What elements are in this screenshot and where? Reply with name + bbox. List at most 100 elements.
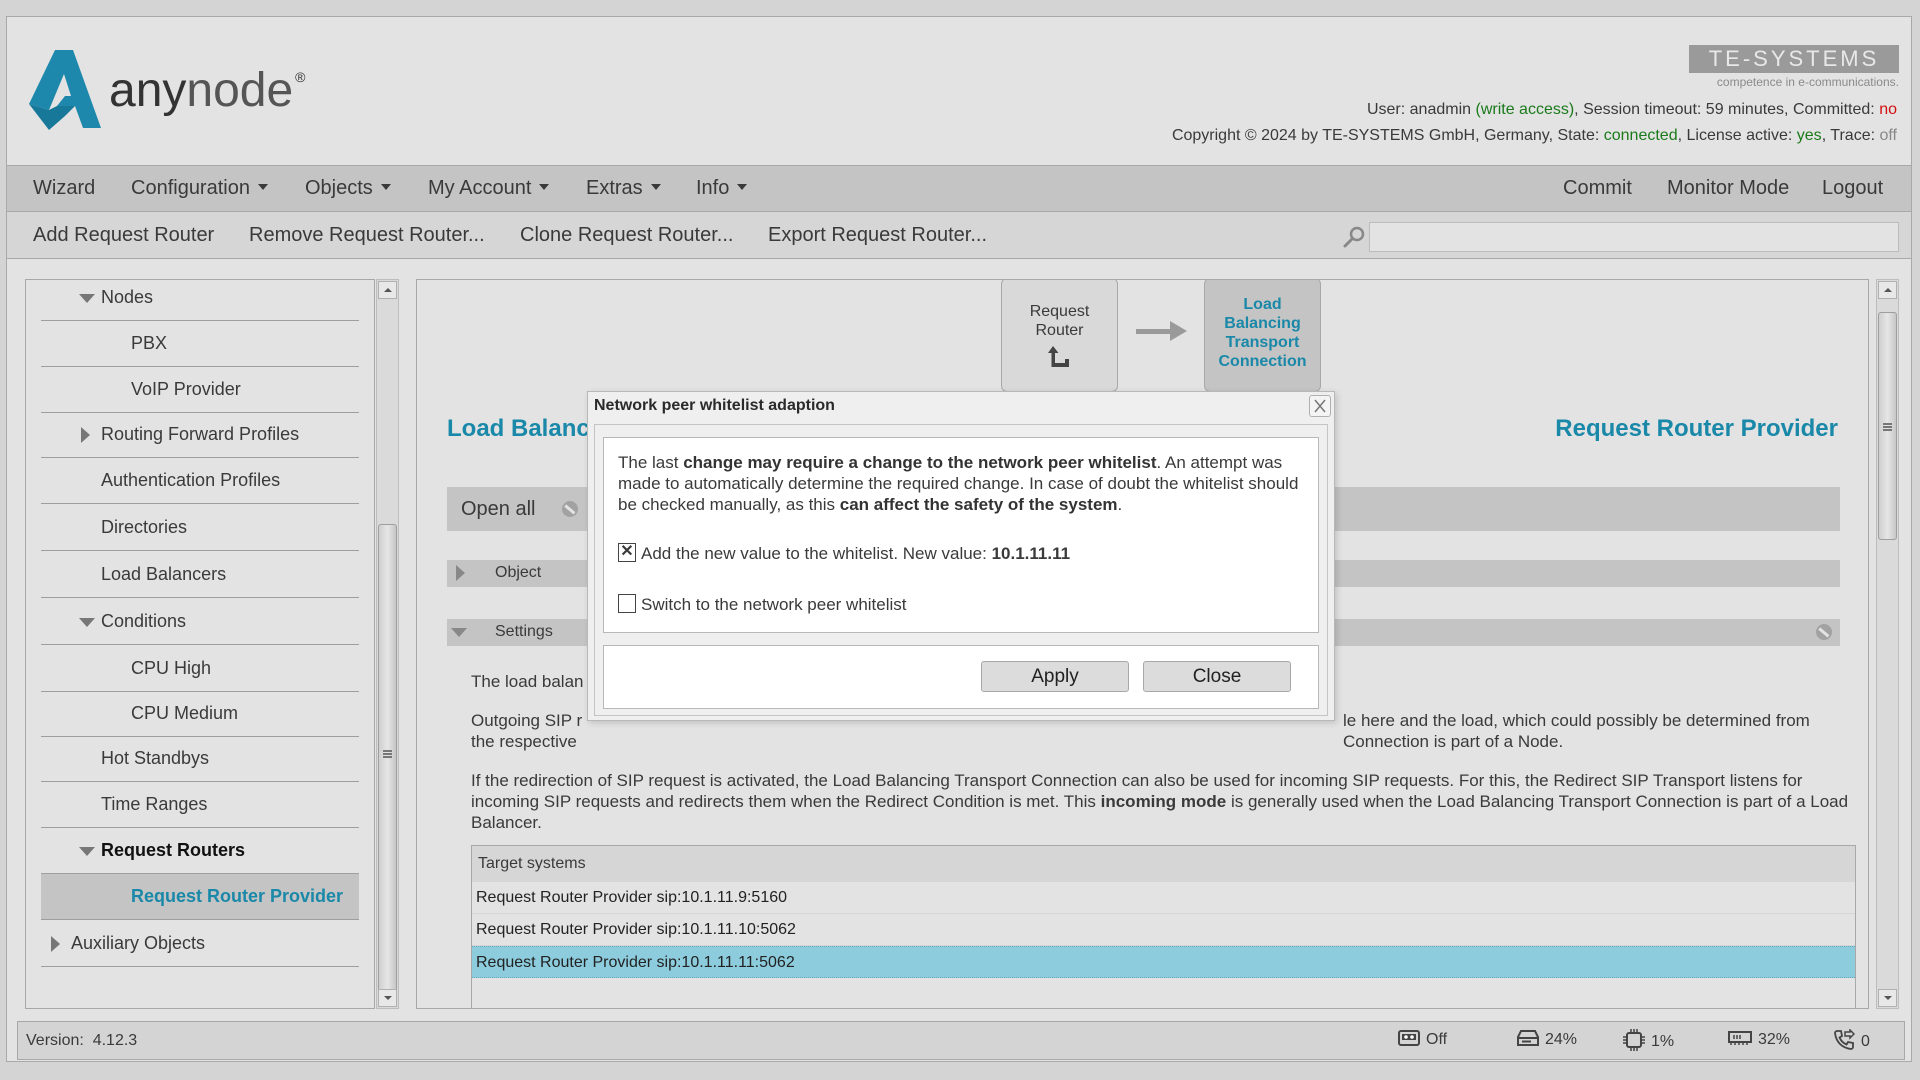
sidebar-item-label: Directories bbox=[101, 517, 188, 537]
scroll-down-button[interactable] bbox=[1878, 989, 1897, 1007]
sidebar-item-hot-standbys[interactable]: Hot Standbys bbox=[41, 736, 359, 782]
status-calls[interactable]: 0 bbox=[1833, 1028, 1870, 1053]
monitor-mode-button[interactable]: Monitor Mode bbox=[1667, 177, 1789, 200]
option-add-to-whitelist[interactable]: ✕ Add the new value to the whitelist. New… bbox=[618, 543, 1070, 564]
dialog-close-button[interactable] bbox=[1309, 395, 1331, 417]
content-scrollbar[interactable] bbox=[1876, 279, 1899, 1009]
open-all-label: Open all bbox=[461, 498, 536, 520]
close-button[interactable]: Close bbox=[1143, 661, 1291, 692]
flow-step-request-router[interactable]: Request Router bbox=[1001, 280, 1118, 392]
menu-objects[interactable]: Objects bbox=[305, 177, 391, 200]
table-row[interactable]: Request Router Provider sip:10.1.11.10:5… bbox=[472, 914, 1855, 946]
status-disk[interactable]: 24% bbox=[1517, 1029, 1577, 1049]
option-switch-to-whitelist[interactable]: Switch to the network peer whitelist bbox=[618, 594, 907, 615]
switch-to-whitelist-checkbox[interactable] bbox=[618, 594, 636, 614]
whitelist-dialog: Network peer whitelist adaption The last… bbox=[587, 391, 1335, 721]
grip-icon bbox=[1883, 423, 1892, 431]
scroll-down-button[interactable] bbox=[378, 989, 397, 1007]
disabled-icon bbox=[562, 501, 578, 517]
sidebar-item-routing-forward-profiles[interactable]: Routing Forward Profiles bbox=[41, 412, 359, 458]
sidebar-item-label: PBX bbox=[131, 333, 168, 353]
menu-configuration[interactable]: Configuration bbox=[131, 177, 268, 200]
chevron-down-icon bbox=[650, 183, 661, 190]
menu-my-account[interactable]: My Account bbox=[428, 177, 550, 200]
dialog-message: The last change may require a change to … bbox=[618, 453, 1299, 514]
version-info: Version: 4.12.3 bbox=[26, 1032, 138, 1049]
sidebar-item-pbx[interactable]: PBX bbox=[41, 321, 359, 367]
menu-wizard[interactable]: Wizard bbox=[33, 177, 95, 200]
recorder-icon bbox=[1398, 1029, 1420, 1046]
sidebar-item-cpu-high[interactable]: CPU High bbox=[41, 646, 359, 692]
action-toolbar: Add Request Router Remove Request Router… bbox=[7, 212, 1911, 259]
menu-info[interactable]: Info bbox=[696, 177, 748, 200]
session-info: User: anadmin (write access), Session ti… bbox=[1366, 101, 1897, 118]
menu-extras[interactable]: Extras bbox=[586, 177, 661, 200]
table-header: Target systems bbox=[472, 846, 1855, 882]
sidebar-item-label: Nodes bbox=[101, 287, 154, 307]
commit-button[interactable]: Commit bbox=[1563, 177, 1632, 200]
dialog-content: The last change may require a change to … bbox=[594, 424, 1328, 716]
dialog-body: The last change may require a change to … bbox=[603, 437, 1319, 633]
scroll-up-button[interactable] bbox=[1878, 281, 1897, 299]
sidebar-item-label: Request Router Provider bbox=[131, 886, 344, 906]
expand-icon[interactable] bbox=[51, 936, 60, 952]
scroll-up-button[interactable] bbox=[378, 281, 397, 299]
collapse-icon[interactable] bbox=[79, 618, 95, 627]
brand-name: TE-SYSTEMS bbox=[1689, 45, 1899, 73]
brand-tagline: competence in e-communications. bbox=[1716, 75, 1899, 89]
sidebar-item-voip-provider[interactable]: VoIP Provider bbox=[41, 367, 359, 413]
sidebar-item-cpu-medium[interactable]: CPU Medium bbox=[41, 691, 359, 737]
dialog-footer: Apply Close bbox=[603, 645, 1319, 709]
trace-status: off bbox=[1879, 127, 1898, 144]
disk-icon bbox=[1517, 1029, 1539, 1046]
sidebar-item-label: Request Routers bbox=[101, 840, 246, 860]
export-request-router-button[interactable]: Export Request Router... bbox=[768, 224, 987, 247]
table-row-selected[interactable]: Request Router Provider sip:10.1.11.11:5… bbox=[472, 946, 1855, 978]
sidebar-item-label: Authentication Profiles bbox=[101, 470, 281, 490]
sidebar-item-directories[interactable]: Directories bbox=[41, 505, 359, 551]
user-name: anadmin bbox=[1409, 101, 1472, 118]
collapse-icon[interactable] bbox=[79, 294, 95, 303]
remove-request-router-button[interactable]: Remove Request Router... bbox=[249, 224, 485, 247]
object-name-title: Request Router Provider bbox=[1555, 415, 1838, 442]
search-input[interactable] bbox=[1369, 222, 1899, 252]
sidebar-item-authentication-profiles[interactable]: Authentication Profiles bbox=[41, 458, 359, 504]
sidebar-item-conditions[interactable]: Conditions bbox=[41, 599, 359, 645]
sidebar-item-label: Auxiliary Objects bbox=[71, 933, 206, 953]
scroll-thumb[interactable] bbox=[378, 524, 397, 994]
sidebar-item-label: Conditions bbox=[101, 611, 187, 631]
sidebar-scrollbar[interactable] bbox=[376, 279, 399, 1009]
memory-icon bbox=[1728, 1030, 1752, 1045]
expand-icon[interactable] bbox=[81, 427, 90, 443]
table-row[interactable]: Request Router Provider sip:10.1.11.9:51… bbox=[472, 882, 1855, 914]
collapse-icon[interactable] bbox=[79, 847, 95, 856]
status-memory[interactable]: 32% bbox=[1728, 1030, 1790, 1049]
sidebar-item-time-ranges[interactable]: Time Ranges bbox=[41, 782, 359, 828]
logout-button[interactable]: Logout bbox=[1822, 177, 1883, 200]
sidebar-item-nodes[interactable]: Nodes bbox=[41, 280, 359, 321]
app-window: anynode ® TE-SYSTEMS competence in e-comm… bbox=[6, 16, 1912, 1062]
add-request-router-button[interactable]: Add Request Router bbox=[33, 224, 214, 247]
apply-button[interactable]: Apply bbox=[981, 661, 1129, 692]
clone-request-router-button[interactable]: Clone Request Router... bbox=[520, 224, 733, 247]
sidebar-item-load-balancers[interactable]: Load Balancers bbox=[41, 552, 359, 598]
status-recorder[interactable]: Off bbox=[1398, 1029, 1447, 1049]
scroll-thumb[interactable] bbox=[1878, 312, 1897, 540]
sidebar-item-request-routers[interactable]: Request Routers bbox=[41, 828, 359, 874]
chevron-down-icon bbox=[539, 183, 550, 190]
logo-wordmark: anynode ® bbox=[109, 64, 306, 117]
grip-icon bbox=[383, 750, 392, 758]
anynode-logo: anynode ® bbox=[29, 45, 319, 145]
sidebar-item-request-router-provider[interactable]: Request Router Provider bbox=[41, 874, 359, 920]
license-status: yes bbox=[1796, 127, 1822, 144]
status-cpu[interactable]: 1% bbox=[1623, 1029, 1674, 1053]
add-to-whitelist-checkbox[interactable]: ✕ bbox=[618, 543, 636, 563]
flow-step-load-balancing-transport-connection[interactable]: Load Balancing Transport Connection bbox=[1204, 280, 1321, 392]
user-access: (write access) bbox=[1475, 101, 1575, 118]
sidebar-item-auxiliary-objects[interactable]: Auxiliary Objects bbox=[41, 921, 359, 967]
dialog-title: Network peer whitelist adaption bbox=[594, 397, 835, 414]
collapse-icon bbox=[451, 628, 467, 637]
expand-icon bbox=[456, 565, 465, 581]
sidebar-item-label: Routing Forward Profiles bbox=[101, 424, 300, 444]
navigation-tree: Nodes PBX VoIP Provider Routing Forward Pro… bbox=[25, 279, 375, 1009]
